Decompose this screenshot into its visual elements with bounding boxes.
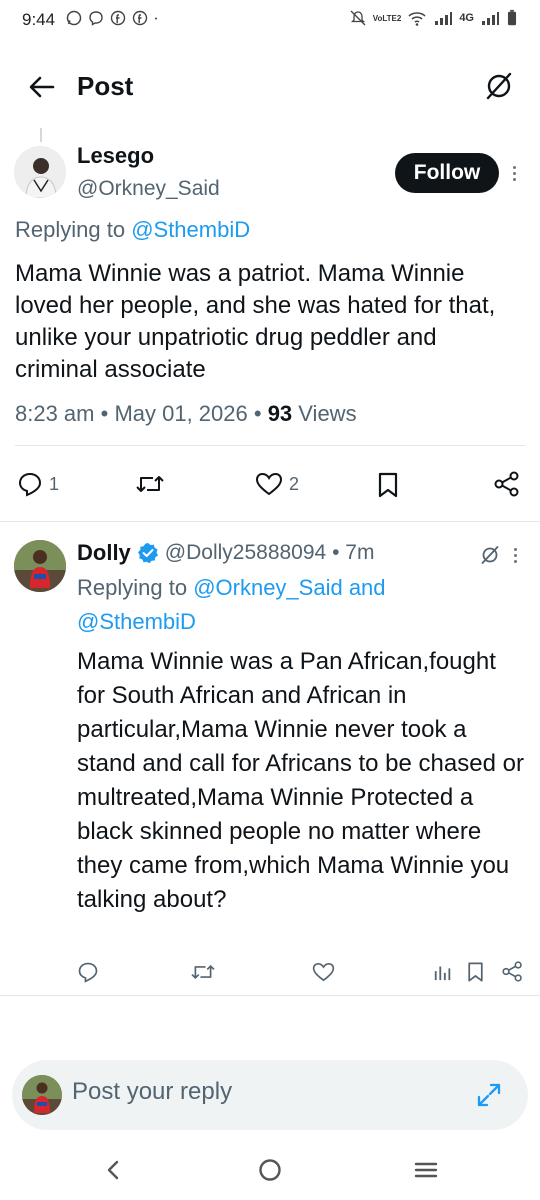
status-bar: 9:44 VoLTE2 4G	[0, 0, 540, 40]
nav-home-icon[interactable]	[256, 1156, 284, 1184]
avatar[interactable]	[14, 540, 66, 592]
repost-icon	[191, 965, 215, 979]
bookmark-icon	[378, 472, 398, 498]
replying-to: Replying to @Orkney_Said and @SthembiD	[77, 571, 497, 639]
avatar-image	[14, 540, 66, 592]
replying-to-link[interactable]: @Orkney_Said	[193, 575, 343, 600]
follow-button[interactable]: Follow	[395, 153, 499, 193]
system-nav-bar	[0, 1140, 540, 1200]
notification-icons	[66, 10, 162, 26]
avatar-image	[22, 1075, 62, 1115]
more-options-icon[interactable]	[508, 161, 520, 185]
author-handle[interactable]: @Orkney_Said	[77, 177, 220, 201]
post-time: 8:23 am	[15, 401, 95, 426]
replying-prefix: Replying to	[15, 217, 132, 242]
reply-composer[interactable]: Post your reply	[12, 1060, 528, 1130]
like-button[interactable]: 2	[255, 471, 299, 497]
author-handle[interactable]: @Dolly25888094 • 7m	[165, 541, 375, 565]
avatar	[22, 1075, 62, 1115]
reply-icon	[78, 962, 98, 983]
mute-icon	[350, 10, 366, 26]
share-button[interactable]	[494, 471, 520, 497]
facebook-icon	[132, 10, 148, 26]
signal-icon	[482, 12, 499, 25]
repost-icon	[136, 476, 164, 492]
author-handle-text: @Dolly25888094	[164, 541, 327, 564]
nav-back-icon[interactable]	[100, 1156, 128, 1184]
views-label: Views	[292, 401, 357, 426]
heart-icon	[255, 472, 283, 496]
share-icon	[502, 961, 522, 982]
replying-to: Replying to @SthembiD	[15, 217, 250, 243]
whatsapp-icon	[66, 10, 82, 26]
reply-button[interactable]: 1	[17, 471, 59, 497]
grok-icon[interactable]	[484, 71, 514, 101]
thread-connector	[40, 128, 42, 142]
reply-text: Mama Winnie was a Pan African,fought for…	[77, 648, 524, 913]
like-count: 2	[289, 473, 300, 494]
signal-icon	[435, 12, 453, 25]
volte-label: VoLTE2	[372, 13, 402, 23]
divider	[15, 445, 525, 446]
replying-and: and	[342, 575, 386, 600]
heart-icon	[312, 962, 335, 982]
replying-to-link[interactable]: @SthembiD	[131, 217, 250, 242]
verified-badge-icon	[137, 542, 159, 564]
reply-author-row: Dolly @Dolly25888094 • 7m	[77, 540, 374, 566]
battery-icon	[507, 9, 517, 26]
bookmark-icon	[468, 962, 483, 982]
reply-count: 1	[49, 473, 60, 494]
post-meta: 8:23 am • May 01, 2026 • 93 Views	[15, 401, 357, 426]
repost-button[interactable]	[135, 471, 165, 497]
share-button[interactable]	[502, 961, 523, 982]
share-icon	[494, 471, 519, 497]
repost-button[interactable]	[190, 961, 216, 983]
divider	[0, 995, 540, 996]
bookmark-button[interactable]	[376, 471, 400, 499]
avatar[interactable]	[14, 146, 66, 198]
expand-icon[interactable]	[476, 1082, 502, 1108]
post-text: Mama Winnie was a patriot. Mama Winnie l…	[15, 260, 496, 383]
divider	[0, 521, 540, 522]
post-header: Post	[0, 55, 540, 119]
analytics-icon	[434, 966, 451, 981]
page-title: Post	[77, 71, 134, 101]
reply-icon	[18, 472, 42, 497]
views-button[interactable]	[433, 962, 453, 982]
replying-to-link[interactable]: @SthembiD	[77, 609, 196, 634]
relative-time: 7m	[345, 541, 375, 564]
status-time: 9:44	[22, 10, 56, 29]
reply-input[interactable]: Post your reply	[72, 1078, 232, 1106]
grok-icon[interactable]	[480, 545, 500, 565]
network-type-label: 4G	[459, 12, 474, 24]
wifi-icon	[408, 12, 426, 26]
facebook-icon	[110, 10, 126, 26]
more-options-icon[interactable]	[509, 543, 521, 567]
system-icons: VoLTE2 4G	[349, 9, 518, 27]
dot-icon	[155, 17, 157, 20]
avatar-image	[14, 146, 66, 198]
back-arrow-icon[interactable]	[28, 73, 56, 101]
author-name[interactable]: Dolly	[77, 540, 131, 566]
reply-button[interactable]	[77, 961, 99, 983]
author-name[interactable]: Lesego	[77, 143, 154, 169]
like-button[interactable]	[312, 961, 335, 983]
bookmark-button[interactable]	[466, 961, 485, 983]
post-date: May 01, 2026	[114, 401, 248, 426]
nav-recents-icon[interactable]	[412, 1156, 440, 1184]
views-count[interactable]: 93	[268, 401, 292, 426]
messenger-icon	[89, 11, 103, 26]
replying-prefix: Replying to	[77, 575, 194, 600]
